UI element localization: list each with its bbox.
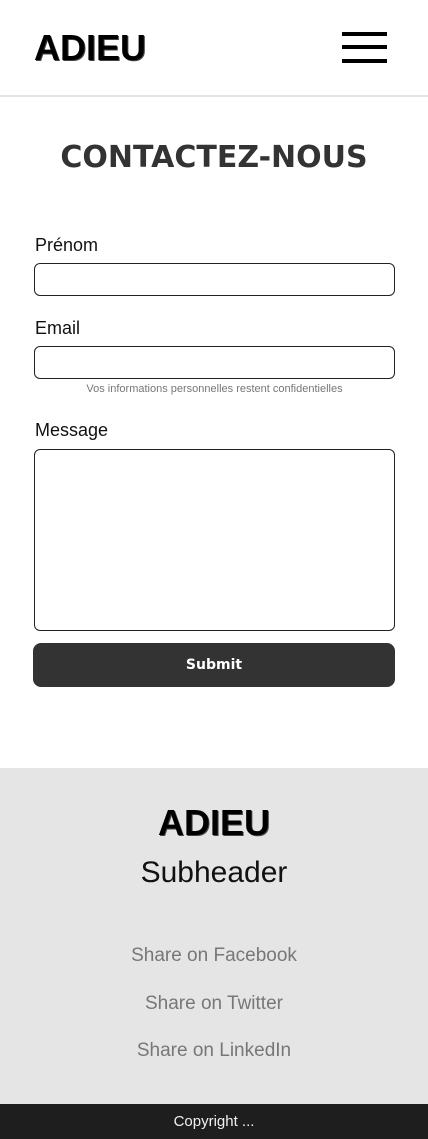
menu-bar-bottom [342,59,387,63]
site-logo[interactable]: ADIEU [34,27,146,69]
site-footer: ADIEU Subheader Share on Facebook Share … [0,768,428,1104]
menu-bar-top [342,32,387,36]
firstname-label: Prénom [35,235,99,255]
email-input[interactable] [34,346,395,379]
hamburger-menu-icon[interactable] [342,32,387,64]
page-title: CONTACTEZ-NOUS [60,140,368,175]
share-facebook-link[interactable]: Share on Facebook [0,945,428,967]
site-header: ADIEU [0,0,428,97]
share-twitter-link[interactable]: Share on Twitter [0,993,428,1015]
message-label: Message [35,420,109,440]
message-textarea[interactable] [34,449,395,631]
copyright-bar: Copyright ... [0,1104,428,1139]
firstname-input[interactable] [34,263,395,296]
footer-logo: ADIEU [157,802,270,843]
share-linkedin-link[interactable]: Share on LinkedIn [0,1040,428,1062]
email-privacy-hint: Vos informations personnelles restent co… [86,383,343,395]
submit-button[interactable]: Submit [33,643,395,687]
email-label: Email [35,318,81,338]
footer-subheader: Subheader [140,856,288,889]
menu-bar-middle [342,45,387,49]
